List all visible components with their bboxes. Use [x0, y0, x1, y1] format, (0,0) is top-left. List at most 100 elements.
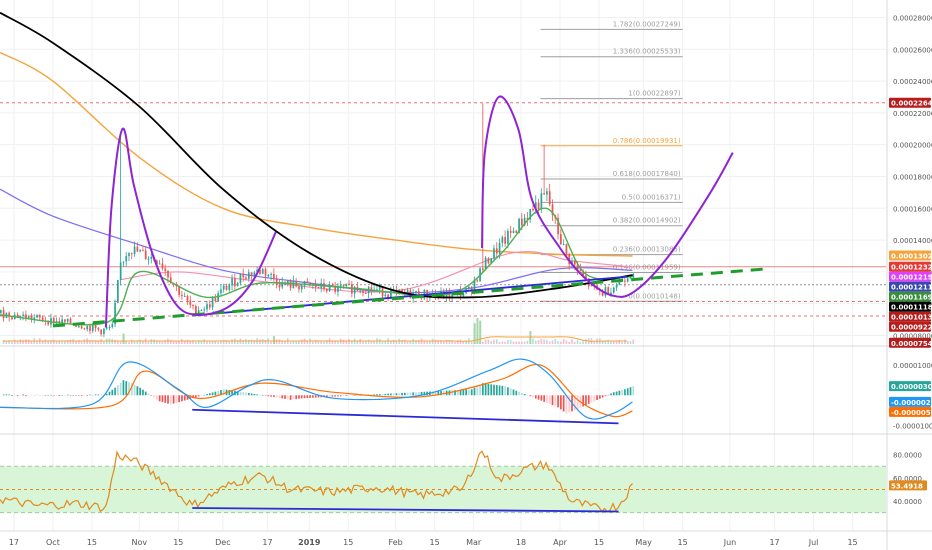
macd-histogram-bar: [172, 395, 175, 404]
volume-bar: [484, 339, 487, 344]
macd-histogram-bar: [13, 394, 16, 396]
macd-histogram-bar: [632, 386, 635, 396]
macd-histogram-bar: [565, 395, 568, 414]
macd-histogram-bar: [289, 395, 292, 400]
volume-bar: [534, 340, 537, 344]
volume-bar: [576, 340, 579, 344]
candle-body: [267, 275, 270, 277]
volume-bar: [259, 339, 261, 344]
volume-bar: [312, 341, 314, 344]
candle-body: [273, 273, 275, 279]
macd-histogram-bar: [612, 392, 615, 396]
macd-histogram-bar: [415, 392, 417, 396]
candle-body: [183, 295, 186, 297]
candle-body: [192, 305, 194, 307]
macd-histogram-bar: [532, 395, 534, 398]
macd-histogram-bar: [36, 394, 38, 396]
macd-histogram-bar: [624, 389, 626, 396]
macd-histogram-bar: [122, 380, 125, 396]
macd-histogram-bar: [337, 395, 339, 397]
volume-bar: [47, 341, 49, 344]
volume-bar: [518, 341, 520, 344]
candle-body: [387, 294, 389, 298]
volume-bar: [273, 336, 276, 344]
macd-histogram-bar: [540, 395, 543, 401]
candle-body: [0, 310, 2, 314]
volume-bar: [554, 338, 557, 344]
macd-histogram-bar: [551, 395, 554, 406]
macd-histogram-bar: [261, 395, 264, 396]
macd-histogram-bar: [593, 395, 596, 402]
volume-bar: [406, 341, 409, 344]
macd-histogram-bar: [264, 395, 267, 396]
macd-histogram-bar: [331, 395, 334, 397]
macd-axis-tick-label: 0.00001000: [893, 362, 932, 370]
volume-bar: [130, 339, 133, 344]
candle-body: [482, 268, 484, 270]
macd-histogram-bar: [470, 389, 473, 396]
rsi-axis-tick-label: 40.0000: [893, 498, 922, 506]
macd-histogram-bar: [100, 394, 103, 396]
candle-body: [298, 286, 300, 290]
candle-body: [512, 230, 515, 233]
macd-histogram-bar: [534, 395, 537, 399]
macd-histogram-bar: [387, 393, 389, 396]
macd-histogram-bar: [554, 395, 557, 407]
candle-body: [362, 290, 364, 293]
macd-histogram-bar: [136, 386, 139, 396]
macd-histogram-bar: [529, 395, 532, 397]
macd-histogram-bar: [390, 393, 392, 396]
volume-bar: [543, 339, 545, 344]
candle-body: [325, 289, 328, 292]
macd-histogram-bar: [314, 395, 317, 398]
macd-histogram-bar: [292, 395, 295, 400]
macd-histogram-bar: [203, 394, 206, 396]
volume-bar: [562, 338, 565, 344]
macd-histogram-bar: [501, 385, 504, 396]
candle-body: [540, 193, 543, 210]
candle-body: [573, 261, 576, 265]
macd-histogram-bar: [147, 393, 150, 396]
macd-histogram-bar: [509, 388, 512, 396]
time-axis-tick-label: Dec: [215, 538, 230, 547]
candle-body: [543, 193, 546, 195]
candle-body: [615, 284, 618, 288]
time-axis-tick-label: 15: [847, 538, 857, 547]
price-axis-tick-label: 0.00026000: [893, 46, 932, 54]
macd-histogram-bar: [273, 395, 275, 398]
volume-bar: [119, 341, 122, 344]
price-badge-label: 0.00012113: [891, 284, 932, 292]
macd-histogram-bar: [44, 395, 47, 396]
macd-histogram-bar: [125, 381, 128, 396]
candle-body: [105, 327, 108, 329]
candle-body: [264, 268, 267, 276]
macd-histogram-bar: [275, 395, 278, 398]
fib-level-label: 0.382(0.00014902): [613, 217, 681, 225]
candle-body: [261, 268, 264, 274]
macd-histogram-bar: [50, 394, 52, 396]
macd-histogram-bar: [546, 395, 548, 403]
macd-histogram-bar: [105, 393, 108, 396]
candle-body: [86, 325, 89, 330]
candle-body: [39, 315, 41, 318]
time-axis-tick-label: Oct: [46, 538, 60, 547]
macd-histogram-bar: [5, 394, 8, 396]
macd-histogram-bar: [86, 395, 89, 396]
candle-body: [487, 257, 490, 264]
time-axis-tick-label: Mar: [466, 538, 482, 547]
macd-histogram-bar: [587, 395, 590, 404]
volume-bar: [521, 341, 523, 344]
price-badge-label: 0.00013029: [891, 253, 932, 261]
macd-histogram-bar: [2, 394, 5, 396]
candle-body: [245, 277, 247, 279]
candle-body: [189, 300, 192, 306]
macd-histogram-bar: [114, 387, 116, 396]
candle-body: [119, 262, 122, 281]
macd-axis-tick-label: -0.00001000: [893, 422, 932, 430]
candle-body: [139, 250, 142, 252]
volume-bar: [100, 339, 102, 344]
volume-bar: [342, 339, 345, 344]
volume-bar: [183, 341, 186, 344]
macd-histogram-bar: [97, 394, 100, 396]
time-axis-tick-label: 2019: [298, 538, 321, 547]
